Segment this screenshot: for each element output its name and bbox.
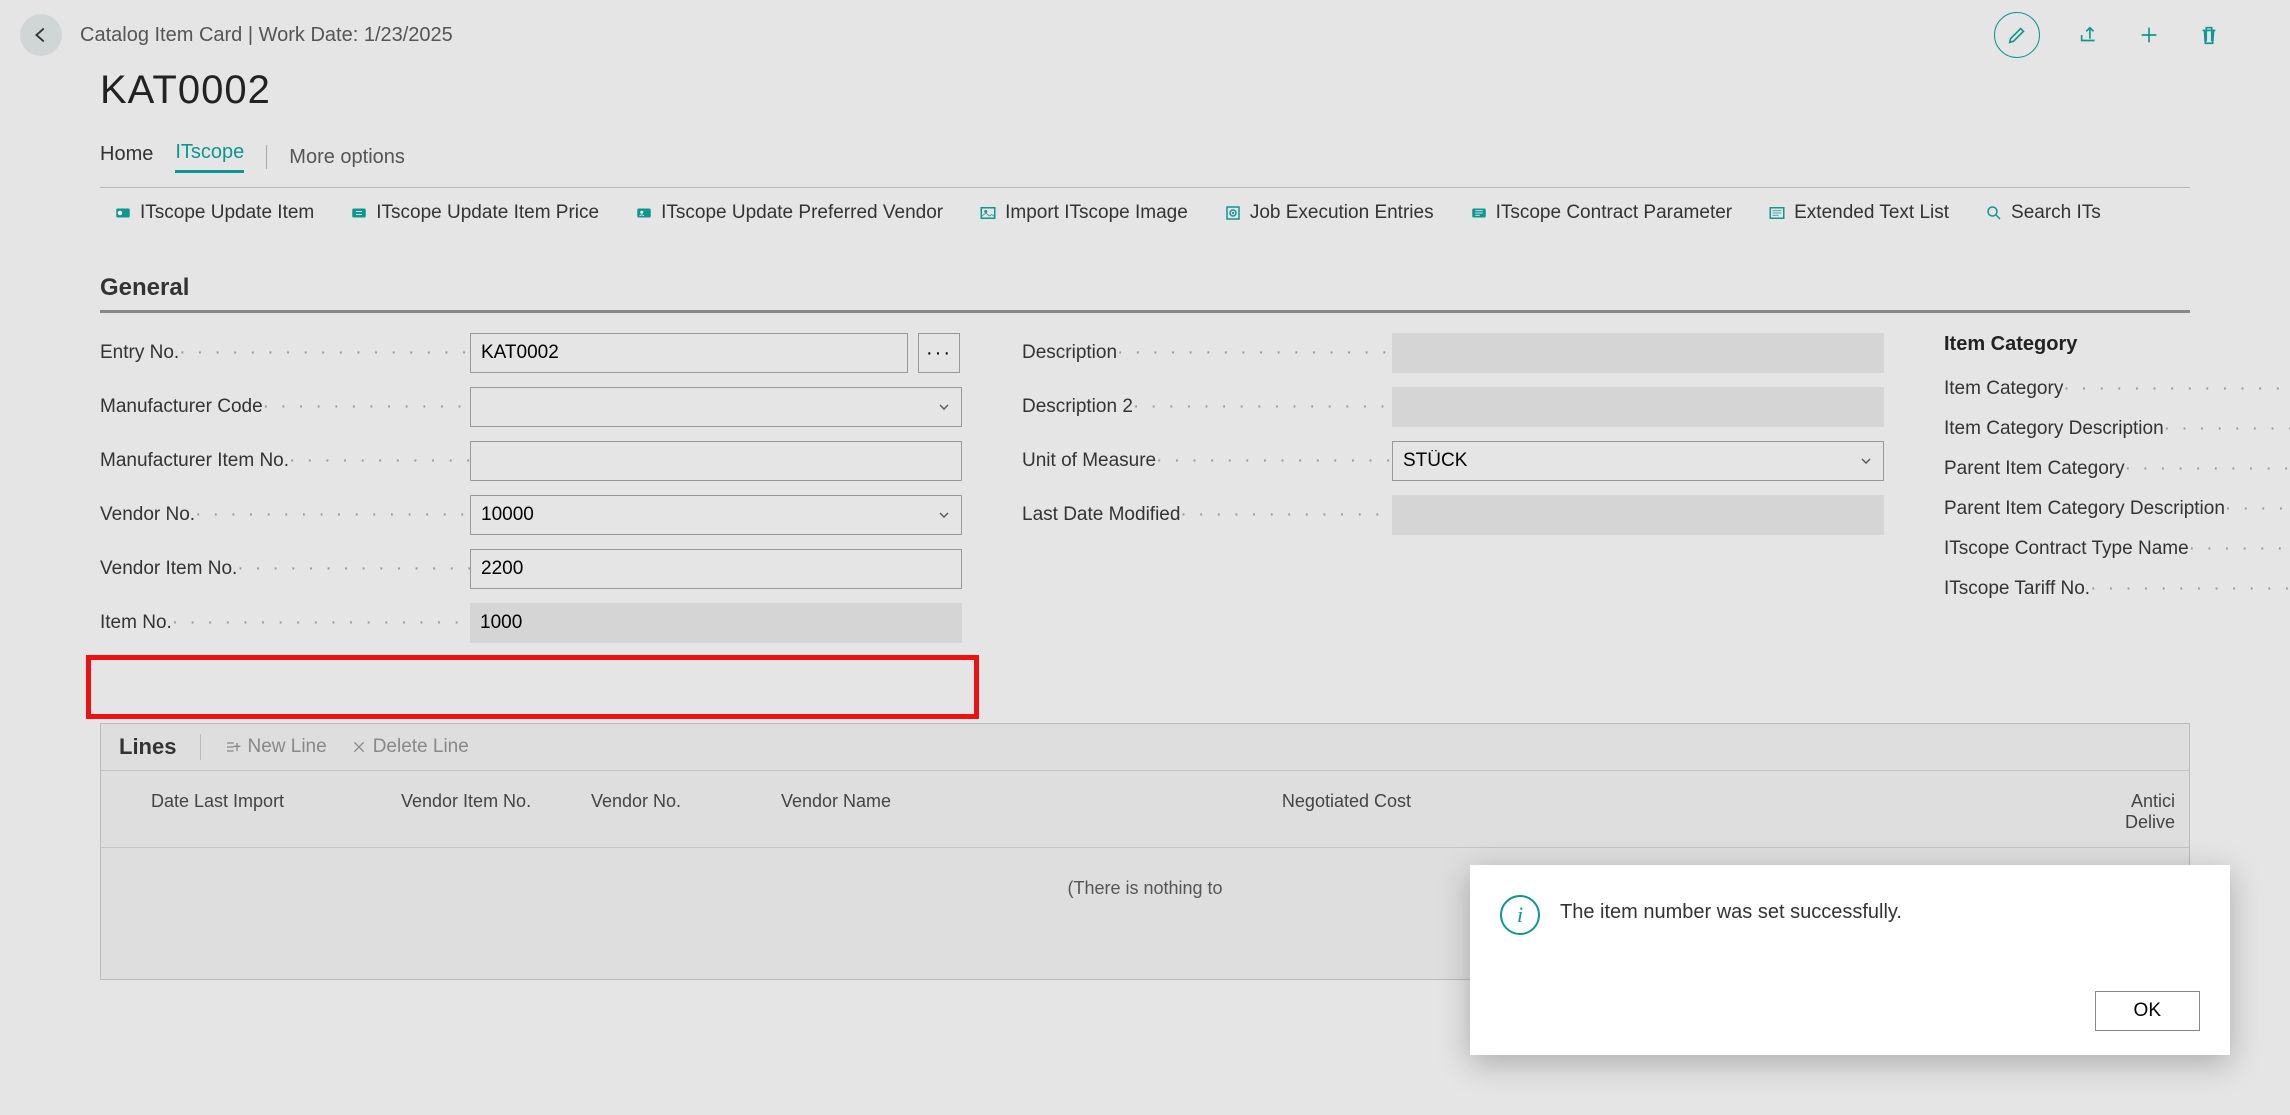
side-item-category-desc[interactable]: Item Category Description bbox=[1944, 418, 2290, 440]
description2-value bbox=[1392, 387, 1884, 427]
label-entry-no: Entry No. bbox=[100, 342, 470, 364]
action-label: Import ITscope Image bbox=[1005, 202, 1188, 224]
new-icon[interactable] bbox=[2138, 24, 2160, 46]
action-label: ITscope Contract Parameter bbox=[1496, 202, 1733, 224]
side-contract-type[interactable]: ITscope Contract Type Name bbox=[1944, 538, 2290, 560]
manufacturer-code-select[interactable] bbox=[470, 387, 962, 427]
col-vendor-name[interactable]: Vendor Name bbox=[781, 791, 1211, 833]
action-label: Search ITs bbox=[2011, 202, 2101, 224]
label-vendor-item-no: Vendor Item No. bbox=[100, 558, 470, 580]
tab-itscope[interactable]: ITscope bbox=[175, 141, 244, 173]
share-icon[interactable] bbox=[2078, 24, 2100, 46]
new-line-button[interactable]: New Line bbox=[225, 736, 326, 758]
action-extended-text[interactable]: Extended Text List bbox=[1768, 202, 1949, 224]
breadcrumb: Catalog Item Card | Work Date: 1/23/2025 bbox=[80, 24, 1994, 47]
col-anticipated-delivery[interactable]: Antici Delive bbox=[2095, 791, 2175, 833]
action-contract-parameter[interactable]: ITscope Contract Parameter bbox=[1470, 202, 1733, 224]
tab-home[interactable]: Home bbox=[100, 143, 153, 172]
info-dialog: i The item number was set successfully. … bbox=[1470, 865, 2230, 1055]
page-title: KAT0002 bbox=[100, 68, 2290, 113]
section-general-title: General bbox=[100, 274, 2190, 313]
manufacturer-item-no-input[interactable] bbox=[470, 441, 962, 481]
action-job-entries[interactable]: Job Execution Entries bbox=[1224, 202, 1434, 224]
label-vendor-no: Vendor No. bbox=[100, 504, 470, 526]
vendor-item-no-input[interactable] bbox=[470, 549, 962, 589]
dialog-message: The item number was set successfully. bbox=[1560, 895, 1902, 924]
action-update-preferred-vendor[interactable]: ITscope Update Preferred Vendor bbox=[635, 202, 943, 224]
delete-line-button[interactable]: Delete Line bbox=[351, 736, 469, 758]
side-item-category[interactable]: Item Category bbox=[1944, 378, 2290, 400]
label-last-date-modified: Last Date Modified bbox=[1022, 504, 1392, 526]
action-update-price[interactable]: ITscope Update Item Price bbox=[350, 202, 599, 224]
label-item-no: Item No. bbox=[100, 612, 470, 634]
entry-no-input[interactable] bbox=[470, 333, 908, 373]
action-label: ITscope Update Item bbox=[140, 202, 314, 224]
vendor-no-select[interactable] bbox=[470, 495, 962, 535]
label-description: Description bbox=[1022, 342, 1392, 364]
highlight-annotation bbox=[86, 655, 979, 719]
col-date-last-import[interactable]: Date Last Import bbox=[151, 791, 401, 833]
side-parent-category-desc[interactable]: Parent Item Category Description bbox=[1944, 498, 2290, 520]
action-label: Extended Text List bbox=[1794, 202, 1949, 224]
label-manufacturer-code: Manufacturer Code bbox=[100, 396, 470, 418]
label-unit-of-measure: Unit of Measure bbox=[1022, 450, 1392, 472]
action-label: ITscope Update Preferred Vendor bbox=[661, 202, 943, 224]
divider bbox=[266, 145, 267, 169]
side-parent-category[interactable]: Parent Item Category bbox=[1944, 458, 2290, 480]
delete-icon[interactable] bbox=[2198, 24, 2220, 46]
side-tariff-no[interactable]: ITscope Tariff No. bbox=[1944, 578, 2290, 600]
unit-of-measure-select[interactable] bbox=[1392, 441, 1884, 481]
action-label: Job Execution Entries bbox=[1250, 202, 1434, 224]
label-description2: Description 2 bbox=[1022, 396, 1392, 418]
entry-no-lookup-button[interactable]: ··· bbox=[918, 333, 960, 373]
col-vendor-no[interactable]: Vendor No. bbox=[591, 791, 781, 833]
action-search-itscope[interactable]: Search ITs bbox=[1985, 202, 2101, 224]
last-date-modified-value bbox=[1392, 495, 1884, 535]
col-vendor-item-no[interactable]: Vendor Item No. bbox=[401, 791, 591, 833]
action-label: Delete Line bbox=[373, 736, 469, 758]
label-manufacturer-item-no: Manufacturer Item No. bbox=[100, 450, 470, 472]
col-negotiated-cost[interactable]: Negotiated Cost bbox=[1211, 791, 1411, 833]
action-import-image[interactable]: Import ITscope Image bbox=[979, 202, 1188, 224]
item-category-heading: Item Category bbox=[1944, 333, 2290, 356]
item-no-value: 1000 bbox=[470, 603, 962, 643]
back-button[interactable] bbox=[20, 14, 62, 56]
info-icon: i bbox=[1500, 895, 1540, 935]
action-label: ITscope Update Item Price bbox=[376, 202, 599, 224]
action-label: New Line bbox=[247, 736, 326, 758]
edit-button[interactable] bbox=[1994, 12, 2040, 58]
description-value bbox=[1392, 333, 1884, 373]
tab-more-options[interactable]: More options bbox=[289, 146, 405, 169]
lines-title: Lines bbox=[119, 734, 176, 760]
ok-button[interactable]: OK bbox=[2095, 991, 2200, 1031]
divider bbox=[200, 734, 201, 760]
action-update-item[interactable]: ITscope Update Item bbox=[114, 202, 314, 224]
